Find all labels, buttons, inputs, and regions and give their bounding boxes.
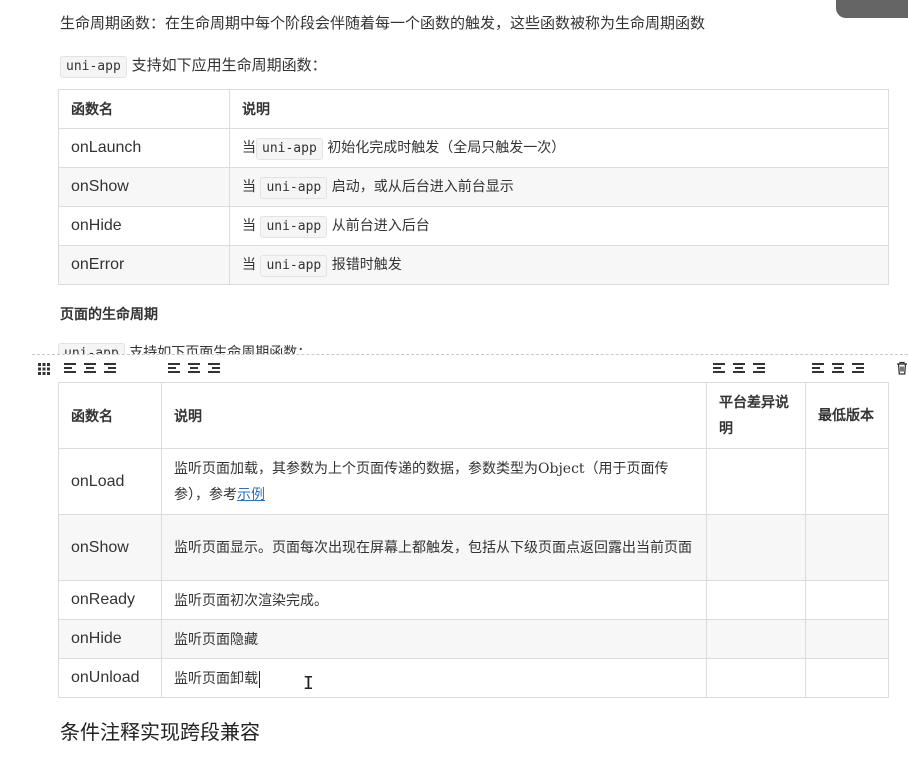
lifecycle-intro-text: 生命周期函数：在生命周期中每个阶段会伴随着每一个函数的触发，这些函数被称为生命周… bbox=[60, 14, 706, 32]
inline-code: uni-app bbox=[256, 137, 323, 160]
platform-cell bbox=[706, 448, 806, 515]
version-cell bbox=[805, 619, 889, 659]
function-name-cell: onHide bbox=[58, 619, 162, 659]
description-cell: 当 uni-app 报错时触发 bbox=[229, 245, 889, 285]
desc-suffix: 从前台进入后台 bbox=[327, 217, 430, 234]
inline-code: uni-app bbox=[60, 56, 127, 78]
table-row: onHide 当 uni-app 从前台进入后台 bbox=[58, 206, 889, 246]
platform-cell bbox=[706, 580, 806, 620]
function-name-cell: onLoad bbox=[58, 448, 162, 515]
function-name-cell: onLaunch bbox=[58, 128, 230, 168]
align-center-icon[interactable] bbox=[168, 363, 228, 376]
trash-icon[interactable] bbox=[896, 361, 908, 377]
version-cell bbox=[805, 580, 889, 620]
table-row: onError 当 uni-app 报错时触发 bbox=[58, 245, 889, 285]
description-cell: 监听页面显示。页面每次出现在屏幕上都触发，包括从下级页面点返回露出当前页面 bbox=[161, 514, 707, 581]
align-justify-icon[interactable] bbox=[812, 363, 872, 376]
table-header-row: 函数名 说明 bbox=[58, 89, 889, 129]
platform-cell bbox=[706, 514, 806, 581]
version-cell bbox=[805, 448, 889, 515]
platform-cell bbox=[706, 658, 806, 698]
platform-cell bbox=[706, 619, 806, 659]
inline-code: uni-app bbox=[260, 176, 328, 199]
page-lifecycle-table: 函数名 说明 平台差异说明 最低版本 onLoad 监听页面加载，其参数为上个页… bbox=[58, 382, 889, 698]
page-lifecycle-intro-cut: uni-app 支持如下页面生命周期函数： bbox=[58, 342, 378, 354]
desc-suffix: 启动，或从后台进入前台显示 bbox=[327, 178, 514, 195]
app-lifecycle-table: 函数名 说明 onLaunch 当 uni-app 初始化完成时触发（全局只触发一… bbox=[58, 89, 889, 285]
description-cell: 监听页面初次渲染完成。 bbox=[161, 580, 707, 620]
function-name-cell: onShow bbox=[58, 514, 162, 581]
header-description: 说明 bbox=[229, 89, 889, 129]
version-cell bbox=[805, 658, 889, 698]
header-description: 说明 bbox=[161, 382, 707, 449]
function-name-cell: onUnload bbox=[58, 658, 162, 698]
desc-prefix: 当 bbox=[242, 178, 261, 195]
version-cell bbox=[805, 514, 889, 581]
header-min-version: 最低版本 bbox=[805, 382, 889, 449]
inline-code: uni-app bbox=[260, 254, 328, 277]
header-function-name: 函数名 bbox=[58, 89, 230, 129]
page-lifecycle-heading: 页面的生命周期 bbox=[60, 307, 158, 323]
grid-icon[interactable] bbox=[38, 363, 50, 377]
function-name-cell: onReady bbox=[58, 580, 162, 620]
function-name-cell: onShow bbox=[58, 167, 230, 207]
conditional-comment-heading: 条件注释实现跨段兼容 bbox=[60, 720, 260, 744]
table-row: onShow 当 uni-app 启动，或从后台进入前台显示 bbox=[58, 167, 889, 207]
app-lifecycle-intro: uni-app 支持如下应用生命周期函数： bbox=[60, 54, 327, 78]
description-cell: 监听页面加载，其参数为上个页面传递的数据，参数类型为Object（用于页面传参）… bbox=[161, 448, 707, 515]
description-cell: 当 uni-app 从前台进入后台 bbox=[229, 206, 889, 246]
description-cell: 当 uni-app 初始化完成时触发（全局只触发一次） bbox=[229, 128, 889, 168]
watermark-overlay bbox=[836, 0, 908, 18]
desc-prefix: 当 bbox=[242, 256, 261, 273]
function-name-cell: onHide bbox=[58, 206, 230, 246]
description-cell: 监听页面隐藏 bbox=[161, 619, 707, 659]
description-cell: 当 uni-app 启动，或从后台进入前台显示 bbox=[229, 167, 889, 207]
text-cursor-icon: I bbox=[303, 673, 314, 694]
header-function-name: 函数名 bbox=[58, 382, 162, 449]
table-row: onLoad 监听页面加载，其参数为上个页面传递的数据，参数类型为Object（… bbox=[58, 448, 889, 515]
text-caret bbox=[259, 670, 260, 688]
example-link[interactable]: 示例 bbox=[237, 487, 265, 503]
desc-prefix: 当 bbox=[242, 217, 261, 234]
table-header-row: 函数名 说明 平台差异说明 最低版本 bbox=[58, 382, 889, 449]
page-lifecycle-intro-text: 支持如下页面生命周期函数： bbox=[124, 345, 312, 354]
desc-suffix: 初始化完成时触发（全局只触发一次） bbox=[322, 139, 566, 156]
app-lifecycle-intro-text: 支持如下应用生命周期函数： bbox=[126, 56, 327, 74]
inline-code: uni-app bbox=[58, 343, 125, 354]
desc-suffix: 报错时触发 bbox=[327, 256, 402, 273]
inline-code: uni-app bbox=[260, 215, 328, 238]
description-cell[interactable]: 监听页面卸载 bbox=[161, 658, 707, 698]
table-row: onReady 监听页面初次渲染完成。 bbox=[58, 580, 889, 620]
desc-text: 监听页面卸载 bbox=[174, 671, 258, 687]
table-row: onShow 监听页面显示。页面每次出现在屏幕上都触发，包括从下级页面点返回露出… bbox=[58, 514, 889, 581]
table-edit-toolbar bbox=[32, 354, 908, 383]
table-row: onUnload 监听页面卸载 bbox=[58, 658, 889, 698]
table-row: onHide 监听页面隐藏 bbox=[58, 619, 889, 659]
desc-prefix: 当 bbox=[242, 139, 256, 156]
function-name-cell: onError bbox=[58, 245, 230, 285]
align-left-icon[interactable] bbox=[64, 363, 124, 376]
header-platform-diff: 平台差异说明 bbox=[706, 382, 806, 449]
table-row: onLaunch 当 uni-app 初始化完成时触发（全局只触发一次） bbox=[58, 128, 889, 168]
align-right-icon[interactable] bbox=[713, 363, 773, 376]
